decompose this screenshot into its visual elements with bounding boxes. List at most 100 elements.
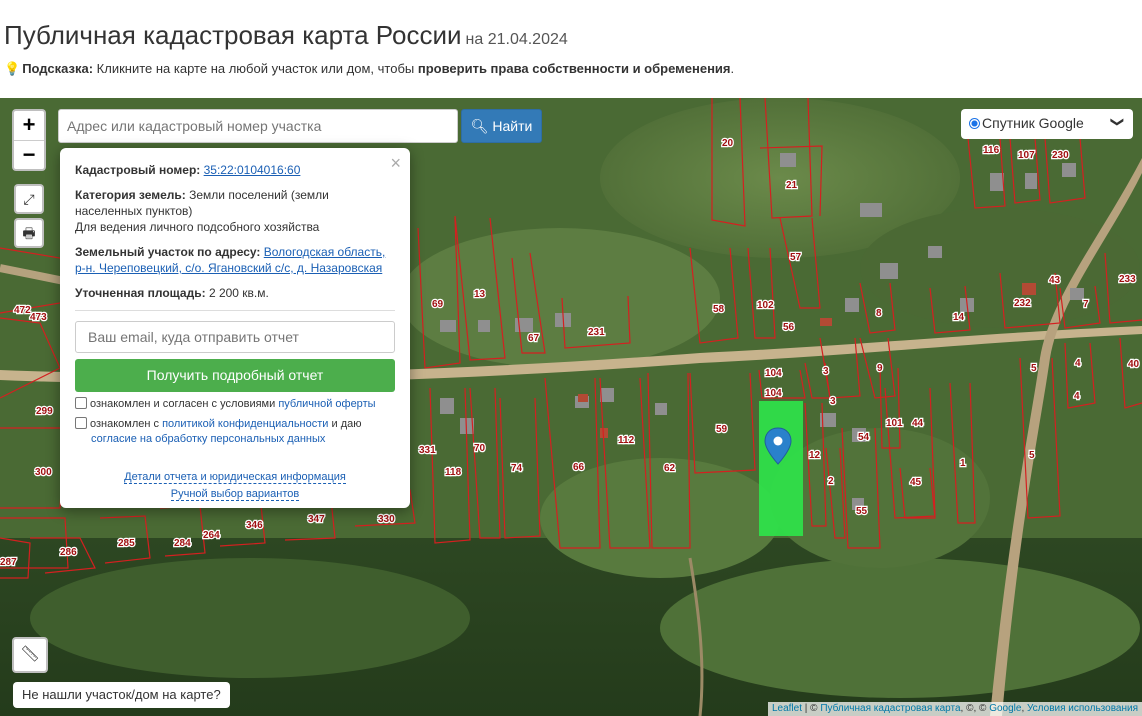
- land-usage: Для ведения личного подсобного хозяйства: [75, 220, 320, 234]
- hint: 💡 Подсказка: Кликните на карте на любой у…: [4, 61, 734, 77]
- area-value: 2 200 кв.м.: [208, 286, 269, 300]
- svg-text:346: 346: [246, 520, 263, 531]
- svg-text:101: 101: [886, 418, 903, 429]
- svg-text:116: 116: [983, 145, 1000, 156]
- svg-text:331: 331: [419, 445, 436, 456]
- hint-label: Подсказка:: [22, 61, 94, 76]
- privacy-consent-mid: и даю: [331, 418, 362, 430]
- svg-text:472: 472: [14, 305, 31, 316]
- page-date: на 21.04.2024: [465, 31, 568, 48]
- svg-text:59: 59: [716, 424, 728, 435]
- leaflet-link[interactable]: Leaflet: [772, 703, 802, 714]
- svg-text:5: 5: [1029, 450, 1035, 461]
- offer-consent-checkbox-row[interactable]: ознакомлен и согласен с условиями публич…: [75, 397, 395, 412]
- svg-text:13: 13: [474, 289, 486, 300]
- hint-bold: проверить права собственности и обремене…: [417, 61, 731, 76]
- svg-text:54: 54: [858, 432, 870, 443]
- svg-text:14: 14: [953, 312, 965, 323]
- svg-text:57: 57: [790, 252, 802, 263]
- svg-text:55: 55: [856, 506, 868, 517]
- print-button[interactable]: 🖶: [14, 218, 44, 248]
- area-row: Уточненная площадь: 2 200 кв.м.: [75, 285, 395, 301]
- svg-text:12: 12: [809, 450, 821, 461]
- svg-text:107: 107: [1018, 150, 1035, 161]
- svg-text:4: 4: [1075, 358, 1081, 369]
- svg-text:1: 1: [960, 458, 966, 469]
- public-offer-link[interactable]: публичной оферты: [278, 398, 375, 410]
- svg-text:67: 67: [528, 333, 540, 344]
- not-found-button[interactable]: Не нашли участок/дом на карте?: [13, 682, 230, 708]
- area-label: Уточненная площадь:: [75, 286, 206, 300]
- land-category-row: Категория земель: Земли поселений (земли…: [75, 187, 395, 235]
- layer-select[interactable]: Спутник Google ❯: [961, 109, 1133, 139]
- svg-text:9: 9: [877, 363, 883, 374]
- divider: [75, 310, 395, 311]
- attribution-sep-1: | ©: [802, 703, 821, 714]
- svg-text:330: 330: [378, 514, 395, 525]
- svg-text:300: 300: [35, 467, 52, 478]
- svg-text:286: 286: [60, 547, 77, 558]
- privacy-consent-text: ознакомлен с: [90, 418, 160, 430]
- svg-text:112: 112: [618, 435, 635, 446]
- pkk-link[interactable]: Публичная кадастровая карта: [820, 703, 960, 714]
- ruler-icon: 📏︎: [19, 646, 41, 663]
- svg-text:45: 45: [910, 477, 922, 488]
- address-label: Земельный участок по адресу:: [75, 245, 261, 259]
- svg-text:299: 299: [36, 406, 53, 417]
- svg-text:21: 21: [786, 180, 798, 191]
- svg-text:44: 44: [912, 418, 924, 429]
- svg-text:5: 5: [1031, 363, 1037, 374]
- svg-text:7: 7: [1083, 299, 1089, 310]
- zoom-control: + −: [12, 109, 46, 171]
- manual-selection-link[interactable]: Ручной выбор вариантов: [170, 488, 300, 501]
- terms-link[interactable]: Условия использования: [1027, 703, 1138, 714]
- lightbulb-icon: 💡: [4, 61, 21, 76]
- expand-icon: ⤢: [23, 191, 35, 207]
- svg-text:70: 70: [474, 443, 486, 454]
- svg-text:20: 20: [722, 138, 734, 149]
- svg-text:2: 2: [828, 476, 834, 487]
- email-field[interactable]: [75, 321, 395, 353]
- map[interactable]: 20 21 116 107 230 57 233 472 473 69 13 67 231 58 1…: [0, 98, 1142, 716]
- svg-text:62: 62: [664, 463, 676, 474]
- measure-button[interactable]: 📏︎: [12, 637, 48, 673]
- find-button-label: Найти: [492, 118, 533, 134]
- privacy-consent-checkbox[interactable]: [75, 417, 87, 429]
- svg-text:287: 287: [0, 557, 17, 568]
- cadastral-number-label: Кадастровый номер:: [75, 163, 201, 177]
- svg-text:231: 231: [588, 327, 605, 338]
- cadastral-number-link[interactable]: 35:22:0104016:60: [204, 163, 301, 177]
- svg-text:69: 69: [432, 299, 444, 310]
- offer-consent-checkbox[interactable]: [75, 397, 87, 409]
- parcel-info-popup: × Кадастровый номер: 35:22:0104016:60 Ка…: [60, 148, 410, 508]
- personal-data-consent-link[interactable]: согласие на обработку персональных данны…: [91, 433, 325, 445]
- svg-text:264: 264: [203, 530, 220, 541]
- privacy-policy-link[interactable]: политикой конфиденциальности: [162, 418, 328, 430]
- svg-text:4: 4: [1074, 391, 1080, 402]
- svg-text:66: 66: [573, 462, 585, 473]
- svg-text:104: 104: [765, 368, 782, 379]
- svg-text:8: 8: [876, 308, 882, 319]
- search-icon: 🔍︎: [470, 118, 489, 134]
- map-attribution: Leaflet | © Публичная кадастровая карта,…: [767, 702, 1142, 716]
- selected-parcel[interactable]: [759, 401, 803, 536]
- search-input[interactable]: [58, 109, 458, 143]
- svg-text:74: 74: [511, 463, 523, 474]
- hint-text: Кликните на карте на любой участок или д…: [96, 61, 415, 76]
- get-report-button[interactable]: Получить подробный отчет: [75, 359, 395, 392]
- find-button[interactable]: 🔍︎ Найти: [461, 109, 542, 143]
- google-link[interactable]: Google: [989, 703, 1021, 714]
- svg-text:284: 284: [174, 538, 191, 549]
- svg-text:102: 102: [757, 300, 774, 311]
- cadastral-number-row: Кадастровый номер: 35:22:0104016:60: [75, 162, 395, 178]
- zoom-in-button[interactable]: +: [14, 111, 44, 140]
- zoom-out-button[interactable]: −: [14, 140, 44, 169]
- close-icon[interactable]: ×: [390, 153, 401, 174]
- fullscreen-button[interactable]: ⤢: [14, 184, 44, 214]
- svg-text:347: 347: [308, 514, 325, 525]
- svg-text:40: 40: [1128, 359, 1140, 370]
- chevron-down-icon: ❯: [1110, 116, 1126, 128]
- report-details-link[interactable]: Детали отчета и юридическая информация: [124, 471, 346, 484]
- svg-text:43: 43: [1049, 275, 1061, 286]
- privacy-consent-checkbox-row[interactable]: ознакомлен с политикой конфиденциальност…: [75, 417, 395, 447]
